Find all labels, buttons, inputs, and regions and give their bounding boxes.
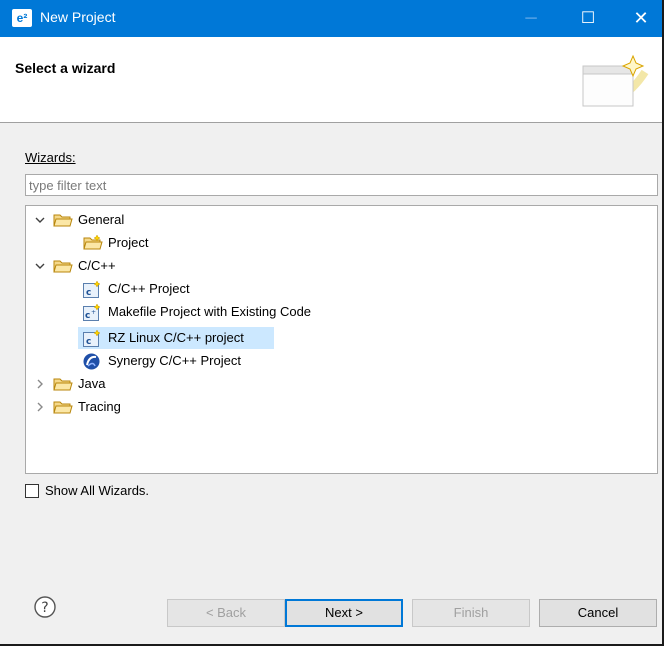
checkbox[interactable] (25, 484, 39, 498)
svg-text:+: + (91, 309, 96, 316)
back-button[interactable]: < Back (167, 599, 285, 627)
chevron-right-icon[interactable] (34, 396, 46, 418)
svg-text:c: c (85, 311, 90, 321)
tree-node-java[interactable]: Java (26, 373, 656, 395)
tree-label: Synergy C/C++ Project (108, 353, 241, 368)
synergy-icon (83, 353, 100, 370)
tree-node-tracing[interactable]: Tracing (26, 396, 656, 418)
tree-item-makefile-project[interactable]: c + Makefile Project with Existing Code (26, 301, 656, 323)
svg-text:c: c (86, 288, 91, 298)
project-wizard-icon (83, 235, 103, 250)
tree-label: Tracing (78, 399, 121, 414)
folder-open-icon (53, 214, 73, 227)
tree-label: Project (108, 235, 149, 250)
help-icon[interactable]: ? (34, 596, 56, 618)
tree-item-rz-linux-project[interactable]: c RZ Linux C/C++ project (26, 327, 656, 349)
close-button[interactable]: ✕ (618, 0, 664, 37)
svg-text:?: ? (41, 600, 48, 616)
tree-label: C/C++ Project (108, 281, 190, 296)
maximize-button[interactable]: ☐ (565, 0, 611, 37)
chevron-right-icon[interactable] (34, 373, 46, 395)
tree-item-project[interactable]: Project (26, 232, 656, 254)
wizards-label: Wizards: (25, 150, 76, 165)
tree-item-synergy-project[interactable]: Synergy C/C++ Project (26, 350, 656, 372)
chevron-down-icon[interactable] (34, 209, 46, 231)
cpp-project-icon: c (83, 281, 101, 298)
window-title: New Project (40, 9, 116, 25)
app-logo-icon: e² (12, 9, 32, 27)
filter-input[interactable] (25, 174, 658, 196)
wizard-banner: Select a wizard (0, 37, 662, 123)
tree-node-general[interactable]: General (26, 209, 656, 231)
makefile-project-icon: c + (83, 304, 101, 321)
cpp-project-icon: c (83, 330, 101, 347)
folder-open-icon (53, 260, 73, 273)
folder-closed-icon (53, 378, 73, 391)
tree-label: General (78, 212, 125, 227)
finish-button[interactable]: Finish (412, 599, 530, 627)
folder-closed-icon (53, 401, 73, 414)
tree-label: C/C++ (78, 258, 116, 273)
new-project-dialog: e² New Project ─ ☐ ✕ Select a wizard Wiz… (0, 0, 664, 646)
minimize-button[interactable]: ─ (508, 0, 554, 37)
tree-node-cpp[interactable]: C/C++ (26, 255, 656, 277)
tree-label: Makefile Project with Existing Code (108, 304, 312, 319)
next-button[interactable]: Next > (285, 599, 403, 627)
page-title: Select a wizard (15, 60, 116, 76)
show-all-wizards-label: Show All Wizards. (45, 483, 150, 498)
tree-label: RZ Linux C/C++ project (108, 330, 244, 345)
title-bar[interactable]: e² New Project ─ ☐ ✕ (0, 0, 662, 37)
wizard-banner-icon (582, 54, 649, 107)
chevron-down-icon[interactable] (34, 255, 46, 277)
wizard-tree[interactable]: General Project C/C++ c C/C++ Project c +… (25, 205, 658, 474)
tree-label: Java (78, 376, 106, 391)
cancel-button[interactable]: Cancel (539, 599, 657, 627)
svg-text:c: c (86, 337, 91, 347)
tree-item-cpp-project[interactable]: c C/C++ Project (26, 278, 656, 300)
